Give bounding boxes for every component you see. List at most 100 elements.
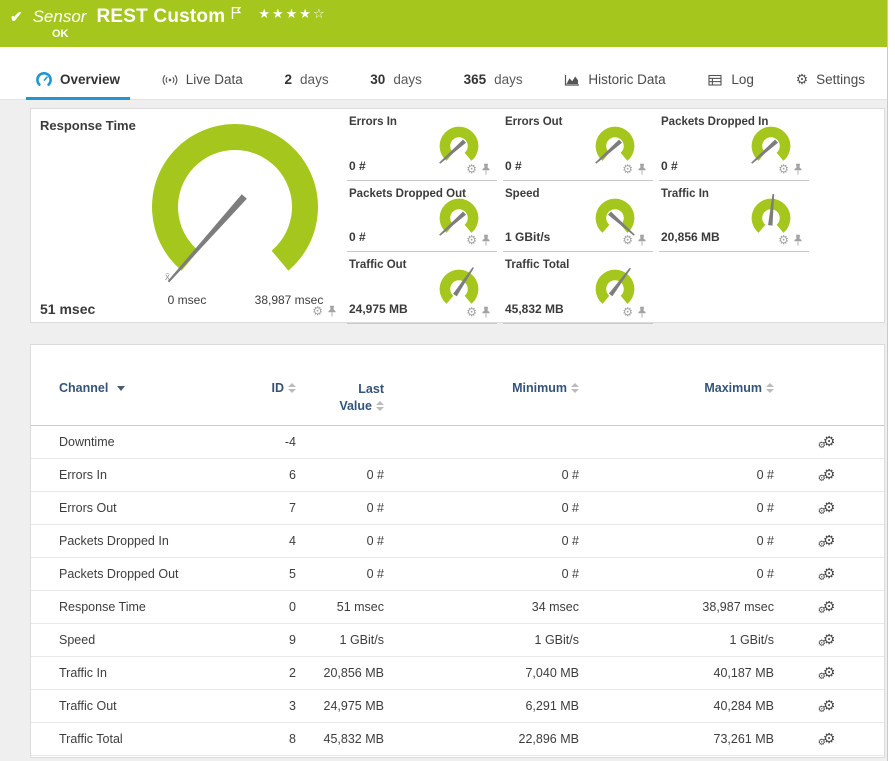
tab-settings[interactable]: ⚙ Settings xyxy=(786,60,875,99)
gear-icon[interactable]: ⚙ xyxy=(778,233,789,247)
channel-name: Traffic In xyxy=(59,666,239,680)
gauge-value: 1 GBit/s xyxy=(505,230,550,244)
sort-icon xyxy=(376,401,384,411)
minimum-value: 6,291 MB xyxy=(384,699,579,713)
gauge-panel-traffic-in: Traffic In 20,856 MB ⚙ xyxy=(659,181,809,253)
pin-icon[interactable] xyxy=(481,163,491,175)
column-header-channel-label: Channel xyxy=(59,381,108,395)
gauge-value: 0 # xyxy=(661,159,678,173)
channel-settings-icon[interactable]: ⚙⚙ xyxy=(823,567,836,581)
priority-stars[interactable]: ★★★★☆ xyxy=(258,7,326,22)
flag-icon[interactable] xyxy=(231,6,242,20)
channel-id: 0 xyxy=(239,600,296,614)
channel-name: Errors Out xyxy=(59,501,239,515)
channel-id: 2 xyxy=(239,666,296,680)
minimum-value: 0 # xyxy=(384,534,579,548)
minimum-value: 34 msec xyxy=(384,600,579,614)
gauge-title: Errors In xyxy=(349,116,397,128)
response-time-gauge-panel: Response Time x̄ 0 msec 38,987 msec 51 m… xyxy=(31,109,343,322)
gauge-value: 0 # xyxy=(505,159,522,173)
table-row-traffic-out: Traffic Out 3 24,975 MB 6,291 MB 40,284 … xyxy=(31,690,884,723)
gauge-icon xyxy=(36,72,52,88)
last-value: 51 msec xyxy=(296,600,384,614)
pin-icon[interactable] xyxy=(327,305,337,317)
column-header-maximum[interactable]: Maximum xyxy=(579,381,774,395)
maximum-value: 1 GBit/s xyxy=(579,633,774,647)
gauges-card: Response Time x̄ 0 msec 38,987 msec 51 m… xyxy=(30,108,885,323)
maximum-value: 73,261 MB xyxy=(579,732,774,746)
column-header-channel[interactable]: Channel xyxy=(59,381,239,395)
gear-icon: ⚙ xyxy=(796,72,809,88)
response-time-gauge: x̄ xyxy=(147,119,323,295)
minimum-value: 1 GBit/s xyxy=(384,633,579,647)
table-row-response-time: Response Time 0 51 msec 34 msec 38,987 m… xyxy=(31,591,884,624)
column-header-last-value[interactable]: Last Value xyxy=(296,381,384,415)
tab-30-days[interactable]: 30 days xyxy=(360,60,432,99)
last-value: 0 # xyxy=(296,534,384,548)
pin-icon[interactable] xyxy=(793,163,803,175)
gauge-title: Errors Out xyxy=(505,116,563,128)
gear-icon[interactable]: ⚙ xyxy=(622,233,633,247)
pin-icon[interactable] xyxy=(481,234,491,246)
gauge-value: 20,856 MB xyxy=(661,230,720,244)
table-header-row: Channel ID Last Value Minimum Maximum xyxy=(31,379,884,426)
gear-icon[interactable]: ⚙ xyxy=(466,233,477,247)
channel-name: Packets Dropped In xyxy=(59,534,239,548)
gear-icon[interactable]: ⚙ xyxy=(466,305,477,319)
channel-settings-icon[interactable]: ⚙⚙ xyxy=(823,666,836,680)
gauge-panel-traffic-out: Traffic Out 24,975 MB ⚙ xyxy=(347,252,497,324)
channel-settings-icon[interactable]: ⚙⚙ xyxy=(823,633,836,647)
gear-icon[interactable]: ⚙ xyxy=(622,162,633,176)
tab-log[interactable]: Log xyxy=(697,60,764,99)
channel-name: Errors In xyxy=(59,468,239,482)
tab-365-days-number: 365 xyxy=(464,72,487,87)
gauge-panel-errors-in: Errors In 0 # ⚙ xyxy=(347,109,497,181)
tab-365-days[interactable]: 365 days xyxy=(454,60,533,99)
channel-settings-icon[interactable]: ⚙⚙ xyxy=(823,600,836,614)
channel-id: -4 xyxy=(239,435,296,449)
table-row-speed: Speed 9 1 GBit/s 1 GBit/s 1 GBit/s ⚙⚙ xyxy=(31,624,884,657)
channel-settings-icon[interactable]: ⚙⚙ xyxy=(823,534,836,548)
tab-30-days-number: 30 xyxy=(370,72,385,87)
channel-settings-icon[interactable]: ⚙⚙ xyxy=(823,699,836,713)
sensor-title-bar: ✔ Sensor REST Custom ★★★★☆ OK xyxy=(0,0,887,47)
gear-icon[interactable]: ⚙ xyxy=(778,162,789,176)
overview-content: Response Time x̄ 0 msec 38,987 msec 51 m… xyxy=(0,100,887,761)
column-header-minimum[interactable]: Minimum xyxy=(384,381,579,395)
channel-settings-icon[interactable]: ⚙⚙ xyxy=(823,732,836,746)
tab-live-data[interactable]: Live Data xyxy=(152,60,253,99)
tab-historic-data[interactable]: Historic Data xyxy=(554,60,675,99)
tab-2-days-label: days xyxy=(300,72,329,87)
chart-icon xyxy=(564,72,580,88)
gauge-value: 24,975 MB xyxy=(349,302,408,316)
gear-icon[interactable]: ⚙ xyxy=(466,162,477,176)
minimum-value: 7,040 MB xyxy=(384,666,579,680)
tab-settings-label: Settings xyxy=(816,72,865,87)
gear-icon[interactable]: ⚙ xyxy=(622,305,633,319)
tab-2-days[interactable]: 2 days xyxy=(275,60,339,99)
pin-icon[interactable] xyxy=(793,234,803,246)
pin-icon[interactable] xyxy=(637,234,647,246)
gear-icon[interactable]: ⚙ xyxy=(312,304,323,318)
table-row-errors-out: Errors Out 7 0 # 0 # 0 # ⚙⚙ xyxy=(31,492,884,525)
gauge-title: Speed xyxy=(505,188,540,200)
channel-settings-icon[interactable]: ⚙⚙ xyxy=(823,435,836,449)
channel-id: 4 xyxy=(239,534,296,548)
column-header-last-label: Last xyxy=(358,381,384,398)
channel-settings-icon[interactable]: ⚙⚙ xyxy=(823,501,836,515)
maximum-value: 0 # xyxy=(579,534,774,548)
tab-30-days-label: days xyxy=(393,72,422,87)
tab-overview[interactable]: Overview xyxy=(26,60,130,99)
channel-name: Response Time xyxy=(59,600,239,614)
maximum-value: 0 # xyxy=(579,501,774,515)
tab-bar: Overview Live Data 2 days 30 days 365 xyxy=(0,60,887,100)
gauge-title: Response Time xyxy=(40,118,136,133)
sort-icon xyxy=(766,383,774,393)
column-header-maximum-label: Maximum xyxy=(704,381,762,395)
column-header-id[interactable]: ID xyxy=(239,381,296,395)
pin-icon[interactable] xyxy=(481,306,491,318)
status-ok-check-icon: ✔ xyxy=(10,8,23,26)
pin-icon[interactable] xyxy=(637,306,647,318)
channel-settings-icon[interactable]: ⚙⚙ xyxy=(823,468,836,482)
pin-icon[interactable] xyxy=(637,163,647,175)
